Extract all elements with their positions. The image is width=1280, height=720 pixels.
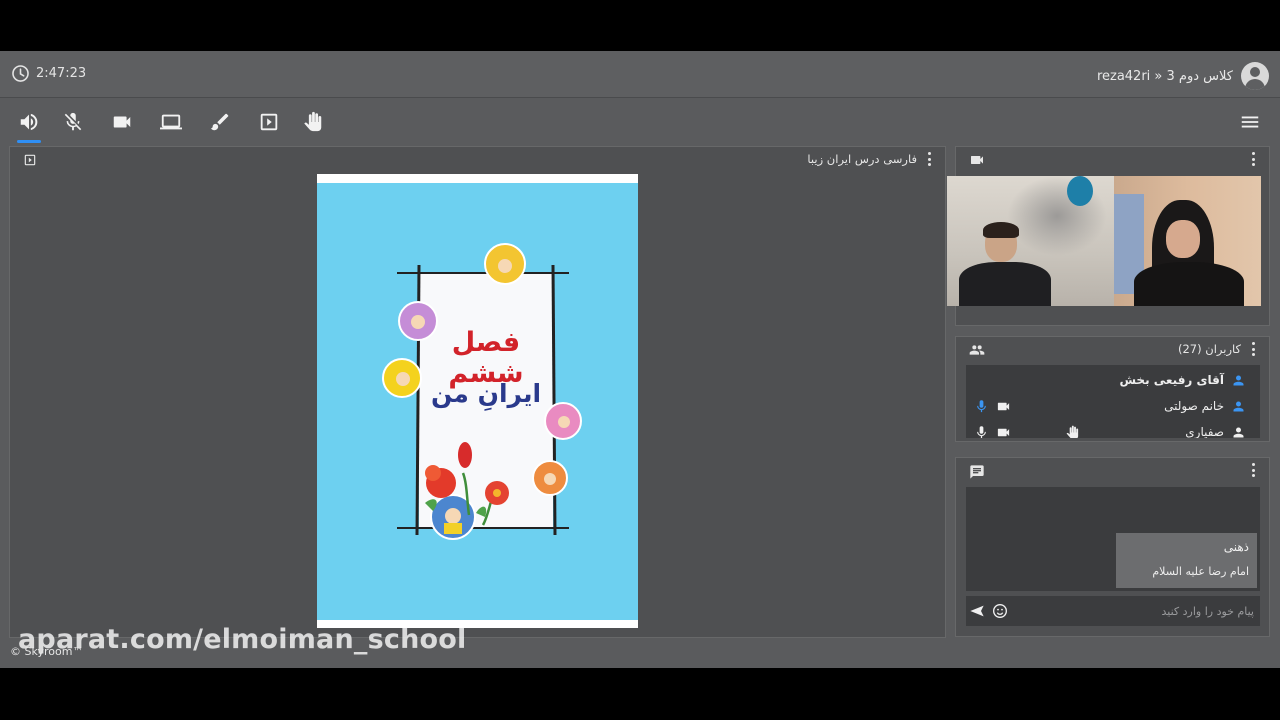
video-header xyxy=(956,147,1269,171)
send-icon[interactable] xyxy=(969,603,985,619)
user-row[interactable]: آقای رفیعی بخش xyxy=(1119,369,1246,391)
raise-hand-icon xyxy=(1066,425,1079,438)
video-feed[interactable] xyxy=(947,176,1261,306)
raise-hand-icon[interactable] xyxy=(300,109,326,135)
user-icon xyxy=(1233,427,1244,437)
student-video xyxy=(947,176,1114,306)
video-menu-icon[interactable] xyxy=(1252,152,1256,166)
hamburger-menu-icon[interactable] xyxy=(1237,109,1263,135)
slide-subheading: ایرانِ من xyxy=(430,379,542,408)
camera-icon xyxy=(997,428,1010,436)
toolbar xyxy=(0,99,1280,145)
chat-panel: ذهنی امام رضا علیه السلام xyxy=(955,457,1270,637)
camera-icon[interactable] xyxy=(109,109,135,135)
users-header: کاربران (27) xyxy=(956,337,1269,361)
video-camera-icon xyxy=(971,156,983,164)
timer-text: 2:47:23 xyxy=(36,66,87,81)
room-user-area[interactable]: reza42ri » کلاس دوم 3 xyxy=(1097,62,1269,90)
user-name: خانم صولتی xyxy=(1164,399,1224,413)
clock-icon xyxy=(12,65,29,82)
chat-header xyxy=(956,458,1269,482)
message-author: ذهنی xyxy=(1223,540,1249,554)
user-name: صفیاری xyxy=(1185,425,1224,438)
app-window: 2:47:23 reza42ri » کلاس دوم 3 فارسی درس … xyxy=(0,51,1280,668)
chat-messages: ذهنی امام رضا علیه السلام xyxy=(966,487,1260,591)
mic-icon xyxy=(977,399,986,412)
message-text: امام رضا علیه السلام xyxy=(1152,565,1249,578)
teacher-video xyxy=(1114,176,1261,306)
presentation-panel: فارسی درس ایران زیبا فصل ششم ایرانِ من xyxy=(9,146,946,638)
users-panel: کاربران (27) آقای رفیعی بخش خانم صولتی ص… xyxy=(955,336,1270,442)
chat-menu-icon[interactable] xyxy=(1252,463,1256,477)
play-box-icon[interactable] xyxy=(256,109,282,135)
user-row[interactable]: خانم صولتی xyxy=(974,395,1246,417)
chat-icon xyxy=(970,465,984,479)
user-row[interactable]: صفیاری xyxy=(974,421,1246,438)
emoji-icon[interactable] xyxy=(992,603,1008,619)
brush-icon[interactable] xyxy=(207,109,233,135)
chat-input[interactable] xyxy=(1016,600,1254,622)
brand-label: © Skyroom™ xyxy=(10,645,84,658)
speaker-icon[interactable] xyxy=(16,109,42,143)
avatar[interactable] xyxy=(1241,62,1269,90)
users-menu-icon[interactable] xyxy=(1252,342,1256,356)
presentation-menu-icon[interactable] xyxy=(928,152,932,166)
people-icon xyxy=(969,345,985,355)
user-icon xyxy=(1233,375,1244,385)
user-name: آقای رفیعی بخش xyxy=(1119,373,1224,387)
mic-icon xyxy=(977,425,986,438)
chat-input-row xyxy=(966,596,1260,626)
presentation-header: فارسی درس ایران زیبا xyxy=(10,147,945,171)
camera-icon xyxy=(997,402,1010,410)
slide-background: فصل ششم ایرانِ من xyxy=(317,183,638,620)
presentation-title: فارسی درس ایران زیبا xyxy=(807,152,917,166)
users-list: آقای رفیعی بخش خانم صولتی صفیاری xyxy=(966,365,1260,438)
screen-share-icon[interactable] xyxy=(158,109,184,135)
top-bar: 2:47:23 reza42ri » کلاس دوم 3 xyxy=(0,51,1280,98)
video-panel xyxy=(947,146,1270,326)
mic-off-icon[interactable] xyxy=(60,109,86,135)
presentation-icon[interactable] xyxy=(23,153,37,167)
slide: فصل ششم ایرانِ من xyxy=(317,174,638,628)
watermark: aparat.com/elmoiman_school xyxy=(18,624,467,655)
user-icon xyxy=(1233,401,1244,411)
chat-message: ذهنی امام رضا علیه السلام xyxy=(1116,533,1257,588)
session-timer: 2:47:23 xyxy=(11,64,86,83)
breadcrumb: reza42ri » کلاس دوم 3 xyxy=(1096,68,1233,84)
users-title: کاربران (27) xyxy=(1177,342,1241,356)
